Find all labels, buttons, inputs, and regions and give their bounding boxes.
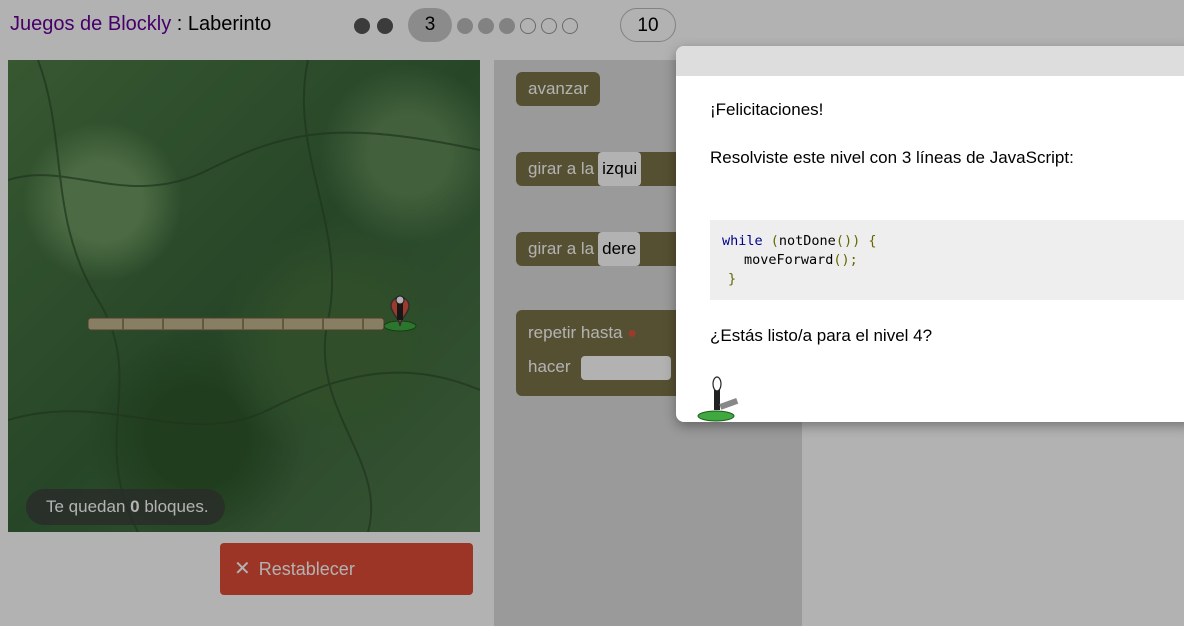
code-line-1: while (notDone()) { xyxy=(722,233,877,249)
congrats-heading: ¡Felicitaciones! xyxy=(710,100,824,119)
next-level-question: ¿Estás listo/a para el nivel 4? xyxy=(710,326,933,345)
solved-message: Resolviste este nivel con 3 líneas de Ja… xyxy=(710,148,1074,167)
dialog-titlebar[interactable] xyxy=(676,46,1184,76)
pegman-icon xyxy=(697,376,739,422)
congratulations-dialog: ¡Felicitaciones! Resolviste este nivel c… xyxy=(676,46,1184,422)
code-display: while (notDone()) { moveForward(); } xyxy=(710,220,1184,300)
code-line-2: moveForward(); xyxy=(744,252,858,268)
code-line-3: } xyxy=(728,271,737,287)
